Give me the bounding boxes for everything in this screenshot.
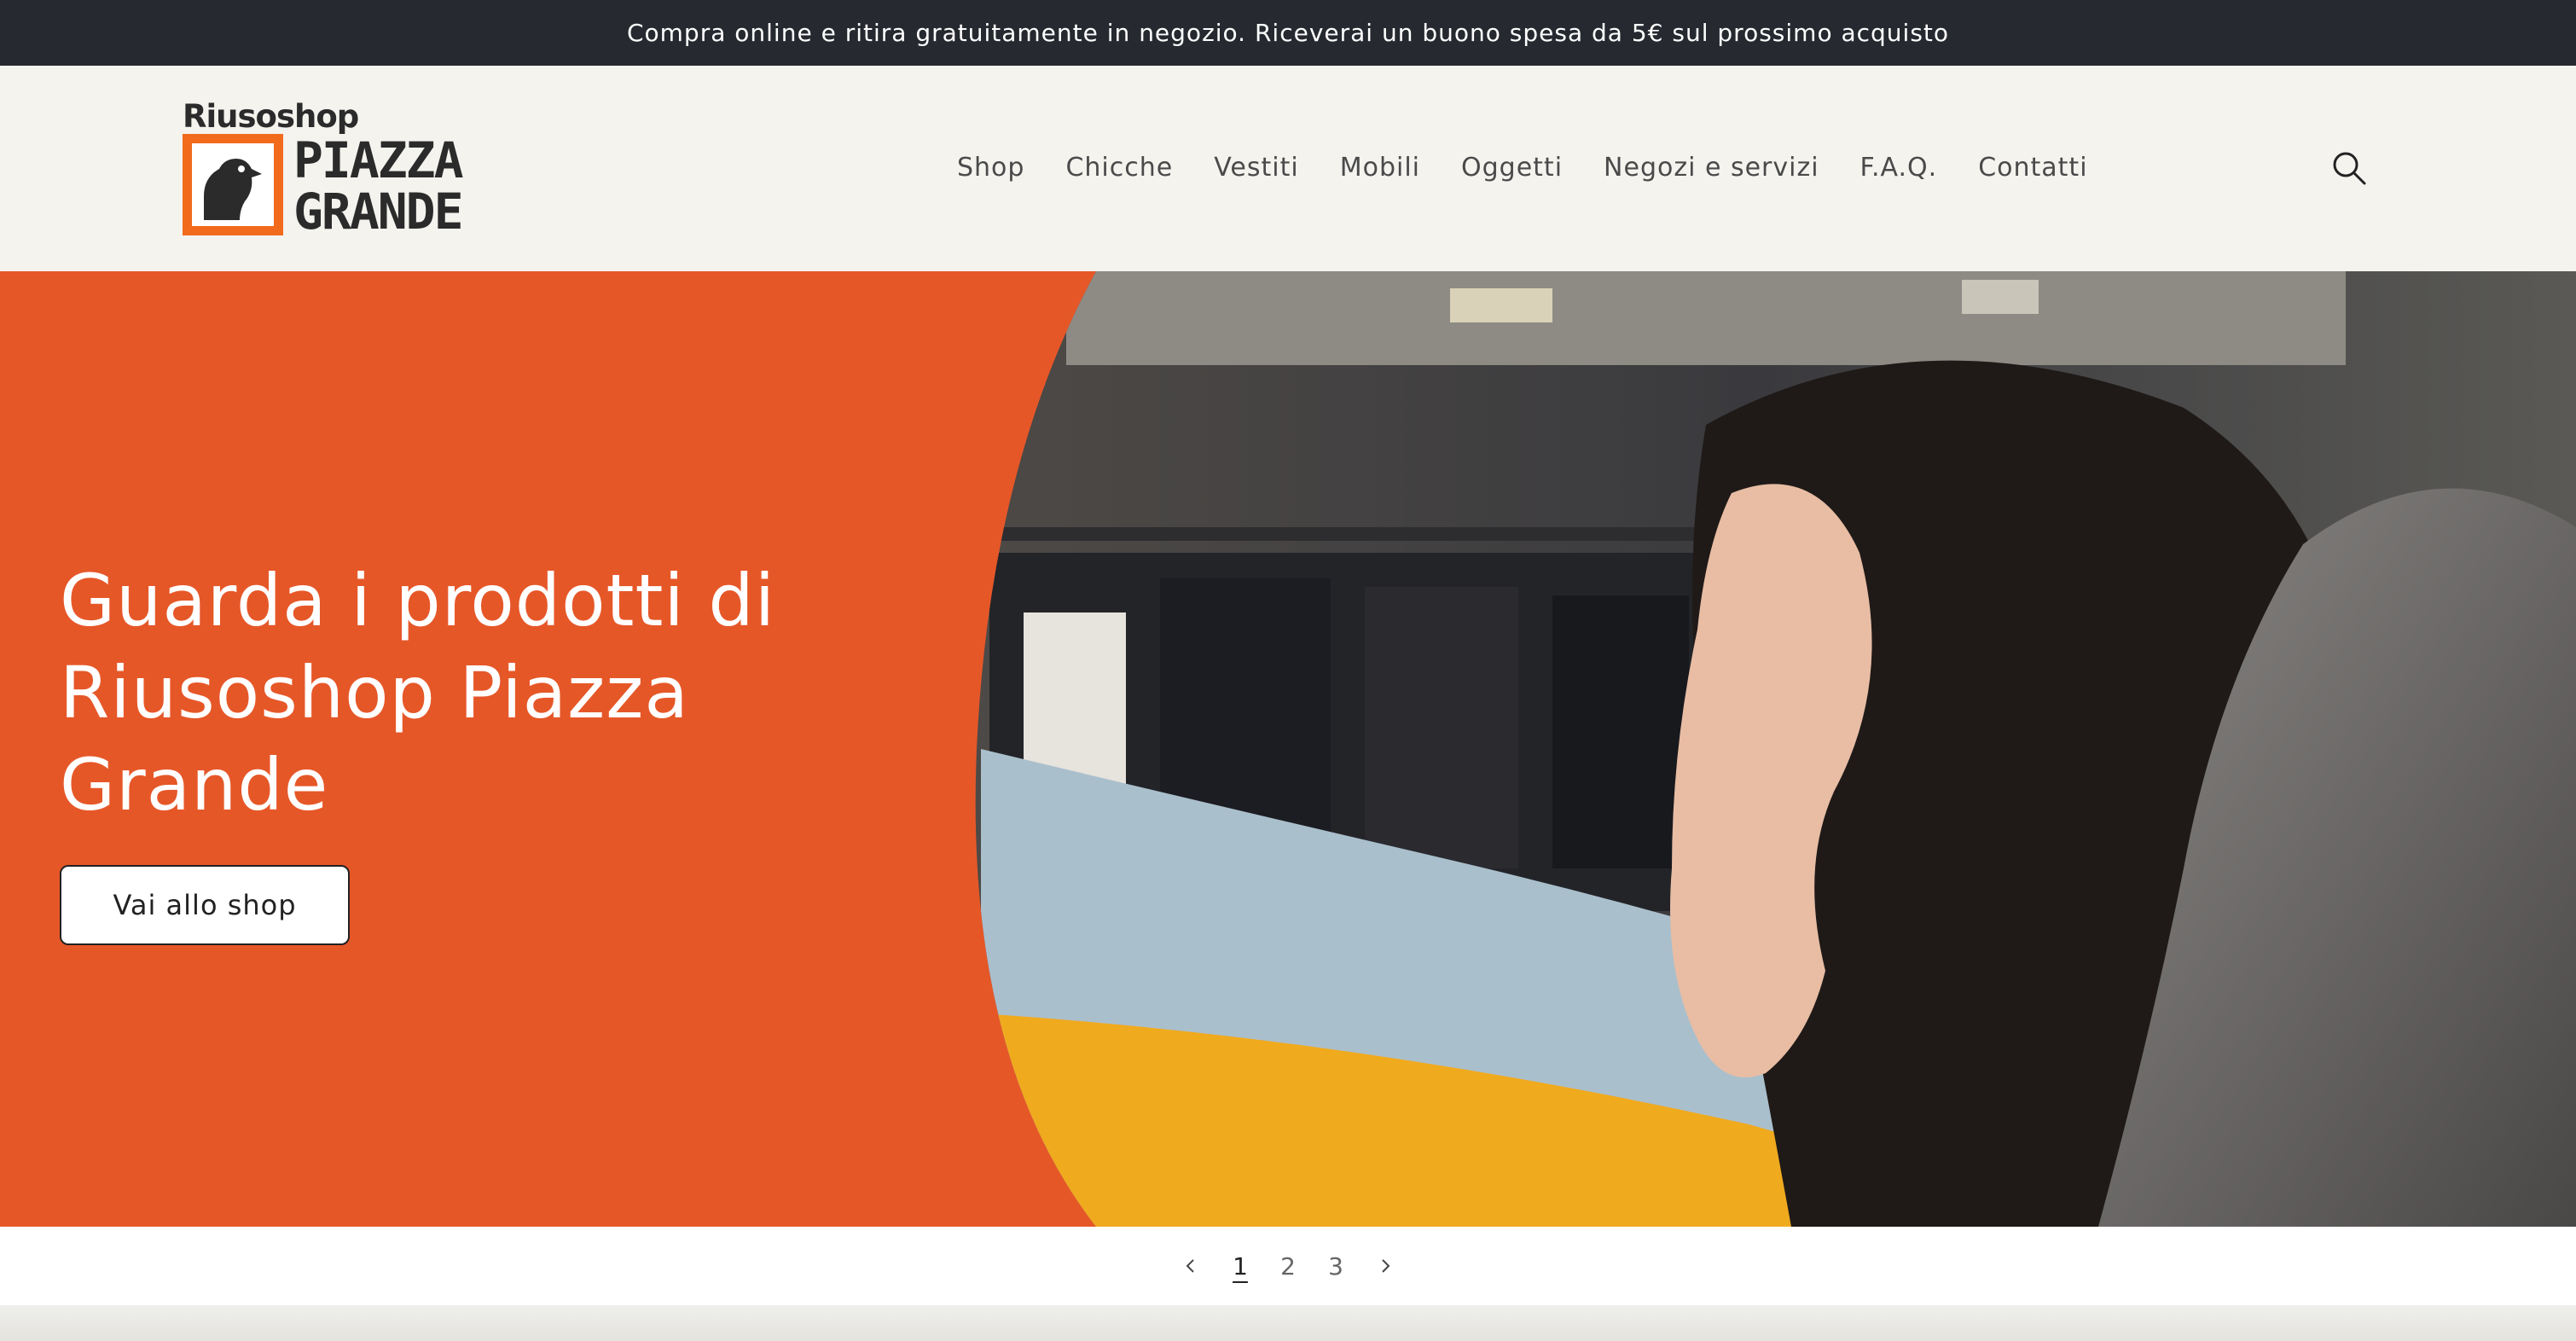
announcement-bar: Compra online e ritira gratuitamente in … <box>0 0 2576 66</box>
site-header: Riusoshop PIAZZA GRANDE Shop Chicche Ves… <box>0 66 2576 271</box>
logo-word-grande: GRANDE <box>293 183 464 241</box>
chevron-right-icon[interactable] <box>1360 1240 1411 1292</box>
hero-slide: Guarda i prodotti di Riusoshop Piazza Gr… <box>0 271 2576 1227</box>
logo-top-text: Riusoshop <box>183 98 359 135</box>
site-logo[interactable]: Riusoshop PIAZZA GRANDE <box>183 98 473 243</box>
nav-item-negozi-e-servizi[interactable]: Negozi e servizi <box>1604 153 1819 183</box>
nav-item-mobili[interactable]: Mobili <box>1340 153 1420 183</box>
nav-item-oggetti[interactable]: Oggetti <box>1461 153 1563 183</box>
main-nav: Shop Chicche Vestiti Mobili Oggetti Nego… <box>957 153 2129 183</box>
nav-item-vestiti[interactable]: Vestiti <box>1214 153 1298 183</box>
next-section-edge <box>0 1305 2576 1341</box>
chevron-left-icon[interactable] <box>1165 1240 1216 1292</box>
nav-item-shop[interactable]: Shop <box>957 153 1024 183</box>
shop-button[interactable]: Vai allo shop <box>60 865 350 945</box>
hero-title: Guarda i prodotti di Riusoshop Piazza Gr… <box>60 559 776 827</box>
nav-item-faq[interactable]: F.A.Q. <box>1860 153 1938 183</box>
slide-page-2[interactable]: 2 <box>1264 1252 1312 1280</box>
slider-controls: 1 2 3 <box>0 1227 2576 1305</box>
slide-page-1[interactable]: 1 <box>1216 1252 1264 1280</box>
search-icon[interactable] <box>2330 149 2368 187</box>
slide-page-3[interactable]: 3 <box>1312 1252 1360 1280</box>
pigeon-logo-icon <box>183 134 283 235</box>
slider-pagination: 1 2 3 <box>1165 1240 1411 1292</box>
nav-item-chicche[interactable]: Chicche <box>1065 153 1173 183</box>
nav-item-contatti[interactable]: Contatti <box>1978 153 2087 183</box>
announcement-text: Compra online e ritira gratuitamente in … <box>626 19 1950 47</box>
logo-word-piazza: PIAZZA <box>293 131 464 189</box>
